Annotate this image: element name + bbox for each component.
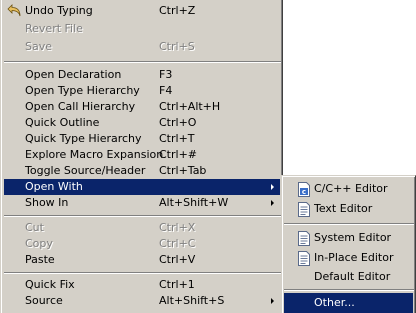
menu-item-show-in[interactable]: Show In Alt+Shift+W [4,195,280,211]
submenu-item-system-editor[interactable]: System Editor [284,228,413,248]
menu-item-shortcut: Ctrl+O [159,116,197,129]
submenu-item-label: C/C++ Editor [314,182,388,195]
menu-item-save[interactable]: Save Ctrl+S [4,39,280,55]
menu-item-shortcut: Ctrl+# [159,148,198,161]
menu-item-label: Open Declaration [25,68,122,81]
menu-item-quick-outline[interactable]: Quick Outline Ctrl+O [4,115,280,131]
submenu-arrow-icon [271,298,274,304]
text-file-icon [297,231,311,246]
menu-item-copy[interactable]: Copy Ctrl+C [4,236,280,252]
c-file-icon: c [297,182,311,197]
submenu-item-default-editor[interactable]: Default Editor [284,267,413,287]
menu-item-quick-type-hierarchy[interactable]: Quick Type Hierarchy Ctrl+T [4,131,280,147]
submenu-item-label: In-Place Editor [314,251,394,264]
submenu-arrow-icon [271,200,274,206]
menu-item-explore-macro-expansion[interactable]: Explore Macro Expansion Ctrl+# [4,147,280,163]
menu-item-shortcut: Ctrl+1 [159,278,195,291]
menu-item-label: Toggle Source/Header [25,164,146,177]
menu-item-shortcut: Ctrl+Z [159,4,196,17]
menu-item-undo-typing[interactable]: Undo Typing Ctrl+Z [4,3,280,19]
text-file-icon [297,251,311,266]
menu-item-label: Source [25,294,63,307]
menu-item-label: Open With [25,180,83,193]
context-menu: Undo Typing Ctrl+Z Revert File Save Ctrl… [0,0,283,313]
menu-item-label: Open Call Hierarchy [25,100,136,113]
menu-item-shortcut: F4 [159,84,173,97]
menu-item-shortcut: Alt+Shift+W [159,196,229,209]
menu-item-shortcut: Ctrl+V [159,253,196,266]
menu-item-cut[interactable]: Cut Ctrl+X [4,220,280,236]
menu-item-shortcut: F3 [159,68,173,81]
menu-item-shortcut: Ctrl+T [159,132,195,145]
submenu-separator [284,289,414,291]
menu-item-shortcut: Ctrl+Tab [159,164,207,177]
submenu-item-cpp-editor[interactable]: c C/C++ Editor [284,179,413,199]
submenu-item-label: System Editor [314,231,392,244]
menu-item-quick-fix[interactable]: Quick Fix Ctrl+1 [4,277,280,293]
submenu-item-label: Text Editor [314,202,373,215]
text-file-icon [297,202,311,217]
menu-item-open-with[interactable]: Open With [4,179,280,195]
menu-item-label: Copy [25,237,53,250]
menu-item-source[interactable]: Source Alt+Shift+S [4,293,280,309]
menu-item-open-type-hierarchy[interactable]: Open Type Hierarchy F4 [4,83,280,99]
menu-separator [4,61,281,63]
menu-item-toggle-source-header[interactable]: Toggle Source/Header Ctrl+Tab [4,163,280,179]
menu-item-open-declaration[interactable]: Open Declaration F3 [4,67,280,83]
menu-separator [4,215,281,217]
menu-separator [4,272,281,274]
svg-text:c: c [302,188,306,196]
menu-item-label: Quick Fix [25,278,75,291]
submenu-arrow-icon [271,184,274,190]
submenu-item-other[interactable]: Other... [284,293,413,313]
menu-item-open-call-hierarchy[interactable]: Open Call Hierarchy Ctrl+Alt+H [4,99,280,115]
menu-item-label: Quick Outline [25,116,100,129]
menu-item-shortcut: Ctrl+S [159,40,195,53]
menu-item-label: Paste [25,253,55,266]
menu-item-paste[interactable]: Paste Ctrl+V [4,252,280,268]
menu-item-label: Cut [25,221,44,234]
submenu-item-text-editor[interactable]: Text Editor [284,199,413,219]
menu-item-shortcut: Ctrl+X [159,221,196,234]
menu-item-label: Undo Typing [25,4,93,17]
menu-item-label: Explore Macro Expansion [25,148,164,161]
menu-item-shortcut: Alt+Shift+S [159,294,225,307]
menu-item-label: Revert File [25,22,83,35]
menu-item-label: Save [25,40,53,53]
menu-item-label: Open Type Hierarchy [25,84,140,97]
submenu-item-label: Default Editor [314,270,391,283]
menu-item-label: Show In [25,196,69,209]
menu-item-label: Quick Type Hierarchy [25,132,142,145]
menu-item-revert-file[interactable]: Revert File [4,21,280,37]
submenu-item-in-place-editor[interactable]: In-Place Editor [284,248,413,268]
submenu-item-label: Other... [314,296,355,309]
menu-item-shortcut: Ctrl+Alt+H [159,100,221,113]
menu-item-shortcut: Ctrl+C [159,237,196,250]
open-with-submenu: c C/C++ Editor Text Editor System Editor… [281,175,416,313]
submenu-separator [284,223,414,225]
undo-icon [7,4,23,18]
